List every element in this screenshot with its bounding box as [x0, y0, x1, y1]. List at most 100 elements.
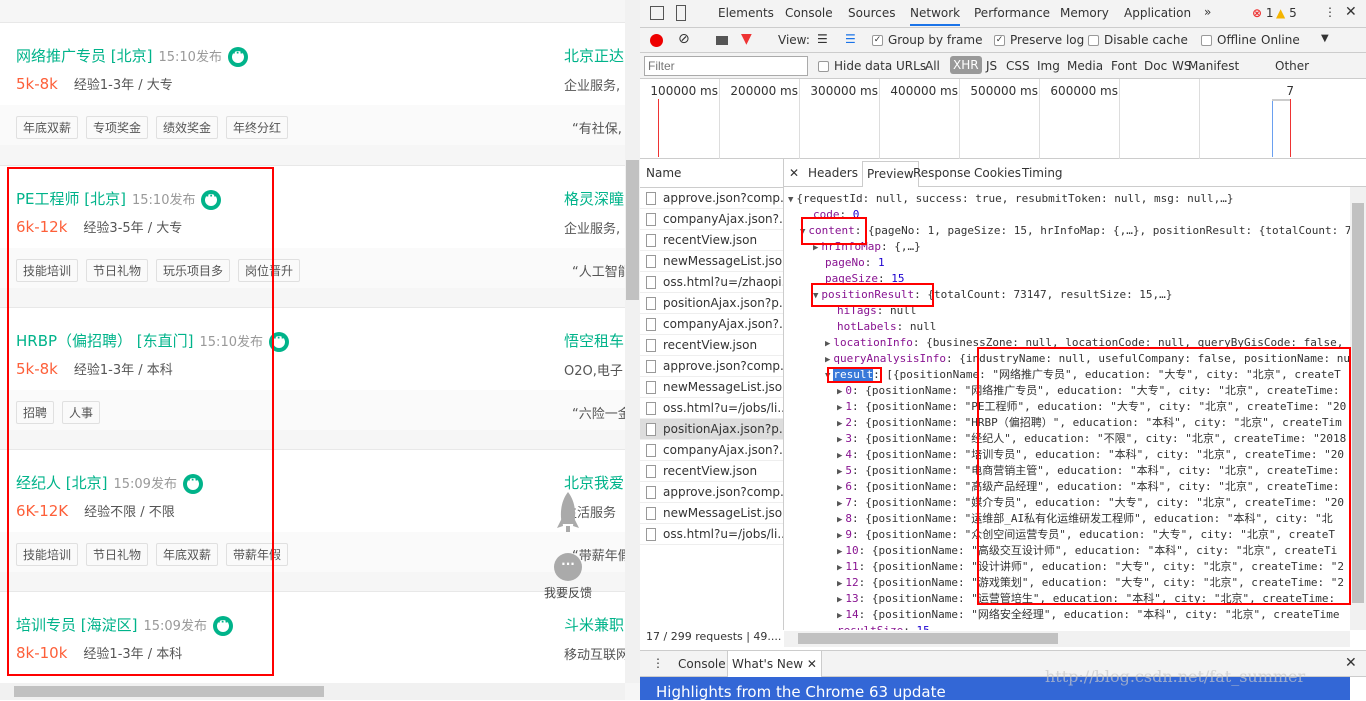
clear-icon[interactable]: ⊘: [678, 31, 690, 47]
waterfall-icon[interactable]: ☰: [845, 32, 856, 46]
request-row[interactable]: recentView.json: [640, 335, 783, 356]
request-row[interactable]: approve.json?comp...: [640, 356, 783, 377]
request-row[interactable]: recentView.json: [640, 461, 783, 482]
more-tabs-icon[interactable]: »: [1204, 5, 1211, 19]
filter-type-other[interactable]: Other: [1275, 59, 1309, 73]
detail-tab-cookies[interactable]: Cookies: [974, 166, 1021, 180]
error-count[interactable]: ⊗ 1: [1252, 6, 1274, 20]
request-row[interactable]: newMessageList.json: [640, 503, 783, 524]
job-card[interactable]: 网络推广专员 [北京] 15:10发布 5k-8k 经验1-3年 / 大专 北京正达企业…: [0, 22, 625, 145]
request-row[interactable]: oss.html?u=/jobs/li...: [640, 398, 783, 419]
filter-input[interactable]: [644, 56, 808, 76]
close-devtools-icon[interactable]: ✕: [1345, 4, 1357, 20]
close-drawer-icon[interactable]: ✕: [1345, 655, 1357, 671]
devtools-tab-elements[interactable]: Elements: [718, 6, 774, 20]
page-horizontal-scrollbar[interactable]: [0, 683, 625, 700]
request-row[interactable]: companyAjax.json?...: [640, 314, 783, 335]
inspect-icon[interactable]: [650, 6, 664, 20]
request-row[interactable]: recentView.json: [640, 230, 783, 251]
filter-type-manifest[interactable]: Manifest: [1188, 59, 1239, 73]
filter-type-xhr[interactable]: XHR: [950, 56, 982, 74]
request-row[interactable]: positionAjax.json?p...: [640, 293, 783, 314]
collapsed-arrow-icon[interactable]: ▶: [837, 595, 842, 605]
collapsed-arrow-icon[interactable]: ▶: [837, 499, 842, 509]
chevron-down-icon[interactable]: ▼: [1321, 33, 1329, 44]
request-row[interactable]: oss.html?u=/jobs/li...: [640, 524, 783, 545]
company-name[interactable]: 北京正达: [564, 45, 624, 66]
detail-tab-response[interactable]: Response: [913, 166, 971, 180]
company-name[interactable]: 格灵深瞳: [564, 188, 624, 209]
detail-tab-timing[interactable]: Timing: [1022, 166, 1063, 180]
devtools-tab-network[interactable]: Network: [910, 6, 961, 26]
collapsed-arrow-icon[interactable]: ▶: [837, 467, 842, 477]
tree-content[interactable]: ▼ content: {pageNo: 1, pageSize: 15, hrIn…: [800, 223, 1350, 239]
filter-type-all[interactable]: All: [925, 59, 940, 73]
filter-icon[interactable]: ▼: [741, 31, 752, 47]
detail-tab-preview[interactable]: Preview: [862, 161, 919, 187]
collapsed-arrow-icon[interactable]: ▶: [825, 355, 830, 365]
collapsed-arrow-icon[interactable]: ▶: [825, 339, 830, 349]
collapsed-arrow-icon[interactable]: ▶: [837, 547, 842, 557]
preview-horizontal-scrollbar[interactable]: [784, 631, 1350, 647]
device-toolbar-icon[interactable]: [676, 5, 686, 21]
request-row[interactable]: newMessageList.json: [640, 251, 783, 272]
disable-cache-checkbox[interactable]: Disable cache: [1088, 33, 1188, 47]
filter-type-js[interactable]: JS: [986, 59, 997, 73]
collapsed-arrow-icon[interactable]: ▶: [837, 435, 842, 445]
network-timeline[interactable]: 100000 ms 200000 ms 300000 ms 400000 ms 5000…: [640, 79, 1366, 159]
preserve-log-checkbox[interactable]: ✓ Preserve log: [994, 33, 1084, 47]
drawer-menu-icon[interactable]: ⋮: [652, 656, 664, 670]
devtools-tab-performance[interactable]: Performance: [974, 6, 1050, 20]
throttle-select[interactable]: Online: [1261, 33, 1300, 47]
request-row[interactable]: approve.json?comp...: [640, 188, 783, 209]
collapsed-arrow-icon[interactable]: ▶: [837, 611, 842, 621]
collapsed-arrow-icon[interactable]: ▶: [837, 419, 842, 429]
feedback-label[interactable]: 我要反馈: [544, 584, 592, 601]
screenshot-icon[interactable]: [716, 36, 728, 45]
record-icon[interactable]: [650, 34, 663, 47]
devtools-tab-console[interactable]: Console: [785, 6, 833, 20]
request-row[interactable]: positionAjax.json?p...: [640, 419, 783, 440]
warning-count[interactable]: ▲ 5: [1276, 6, 1297, 20]
request-row[interactable]: newMessageList.json: [640, 377, 783, 398]
collapsed-arrow-icon[interactable]: ▶: [837, 403, 842, 413]
chat-icon[interactable]: [227, 46, 248, 67]
devtools-tab-sources[interactable]: Sources: [848, 6, 895, 20]
expanded-arrow-icon[interactable]: ▼: [788, 195, 793, 205]
group-by-frame-checkbox[interactable]: ✓ Group by frame: [872, 33, 982, 47]
rocket-icon[interactable]: [554, 490, 582, 534]
kebab-menu-icon[interactable]: ⋮: [1324, 5, 1336, 19]
request-row[interactable]: companyAjax.json?...: [640, 440, 783, 461]
large-rows-icon[interactable]: ☰: [817, 32, 828, 46]
job-title[interactable]: 网络推广专员 [北京]: [16, 47, 152, 65]
request-row[interactable]: oss.html?u=/zhaopi...: [640, 272, 783, 293]
company-name[interactable]: 悟空租车: [564, 330, 624, 351]
close-detail-icon[interactable]: ✕: [789, 166, 799, 180]
result-item[interactable]: ▶ 14: {positionName: "网络安全经理", education:…: [837, 607, 1340, 623]
collapsed-arrow-icon[interactable]: ▶: [837, 483, 842, 493]
collapsed-arrow-icon[interactable]: ▶: [837, 515, 842, 525]
offline-checkbox[interactable]: Offline: [1201, 33, 1256, 47]
tree-root[interactable]: ▼ {requestId: null, success: true, resubm…: [788, 191, 1234, 207]
filter-type-font[interactable]: Font: [1111, 59, 1137, 73]
preview-vertical-scrollbar[interactable]: [1350, 187, 1366, 630]
name-column-header[interactable]: Name: [646, 166, 681, 180]
collapsed-arrow-icon[interactable]: ▶: [837, 579, 842, 589]
collapsed-arrow-icon[interactable]: ▶: [837, 563, 842, 573]
collapsed-arrow-icon[interactable]: ▶: [837, 387, 842, 397]
page-vertical-scrollbar[interactable]: [625, 0, 640, 683]
devtools-tab-application[interactable]: Application: [1124, 6, 1191, 20]
feedback-icon[interactable]: ···: [554, 553, 582, 581]
devtools-tab-memory[interactable]: Memory: [1060, 6, 1109, 20]
request-row[interactable]: companyAjax.json?...: [640, 209, 783, 230]
collapsed-arrow-icon[interactable]: ▶: [837, 531, 842, 541]
drawer-tab-whats-new[interactable]: What's New ✕: [727, 651, 822, 677]
filter-type-css[interactable]: CSS: [1006, 59, 1030, 73]
request-row[interactable]: approve.json?comp...: [640, 482, 783, 503]
filter-type-media[interactable]: Media: [1067, 59, 1103, 73]
company-name[interactable]: 斗米兼职: [564, 614, 624, 635]
hide-data-urls-checkbox[interactable]: Hide data URLs: [818, 59, 926, 73]
drawer-tab-console[interactable]: Console: [678, 657, 726, 671]
filter-type-doc[interactable]: Doc: [1144, 59, 1167, 73]
detail-tab-headers[interactable]: Headers: [808, 166, 858, 180]
